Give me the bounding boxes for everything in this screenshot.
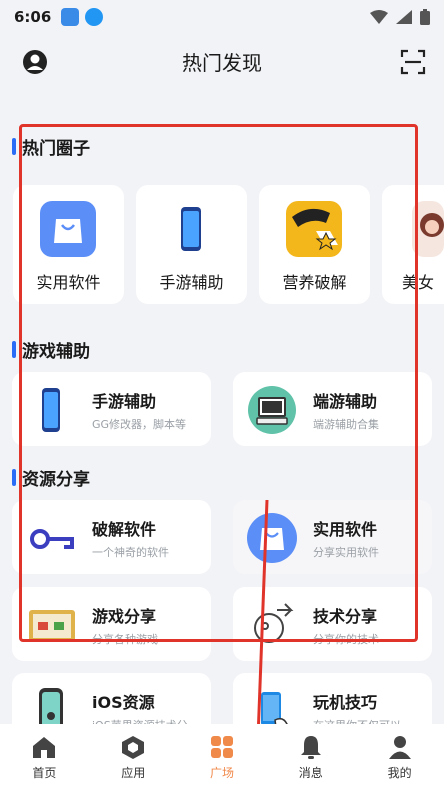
card-crack-software[interactable]: 破解软件 一个神奇的软件 bbox=[12, 500, 211, 574]
section-title-resource-share: 资源分享 bbox=[12, 465, 90, 490]
tab-square[interactable]: 广场 bbox=[178, 724, 267, 789]
grid-icon bbox=[210, 736, 233, 758]
tab-messages[interactable]: 消息 bbox=[266, 724, 355, 789]
tab-label: 消息 bbox=[298, 766, 323, 780]
scan-icon[interactable] bbox=[400, 49, 426, 75]
card-subtitle: GG修改器，脚本等 bbox=[92, 418, 187, 431]
card-subtitle: 端游辅助合集 bbox=[313, 418, 379, 431]
circle-card-beauty[interactable]: 美女 bbox=[382, 185, 444, 304]
card-subtitle: 分享各种游戏 bbox=[92, 633, 158, 646]
card-subtitle: 一个神奇的软件 bbox=[92, 546, 169, 559]
circle-card-label: 营养破解 bbox=[282, 273, 347, 292]
card-title: 破解软件 bbox=[92, 520, 157, 539]
page-title: 热门发现 bbox=[182, 50, 262, 75]
card-mobile-game-assist[interactable]: 手游辅助 GG修改器，脚本等 bbox=[12, 372, 211, 446]
circle-card-label: 实用软件 bbox=[36, 273, 101, 292]
section-marker bbox=[12, 341, 16, 358]
tab-label: 首页 bbox=[32, 766, 57, 780]
avatar-icon bbox=[412, 201, 444, 257]
bell-icon bbox=[300, 736, 321, 759]
tab-label: 应用 bbox=[121, 766, 146, 780]
card-game-share[interactable]: 游戏分享 分享各种游戏 bbox=[12, 587, 211, 661]
home-icon bbox=[33, 737, 56, 758]
section-title-text: 资源分享 bbox=[22, 470, 90, 490]
section-title-hot-circles: 热门圈子 bbox=[12, 134, 90, 159]
profile-icon[interactable] bbox=[22, 49, 48, 75]
tab-apps[interactable]: 应用 bbox=[89, 724, 178, 789]
circle-card-label: 手游辅助 bbox=[159, 273, 224, 292]
pc-icon bbox=[248, 386, 296, 434]
card-title: 游戏分享 bbox=[92, 607, 157, 626]
app-notification-icon bbox=[61, 8, 80, 26]
circle-card-crack[interactable]: 营养破解 bbox=[259, 185, 370, 304]
card-title: 技术分享 bbox=[313, 607, 378, 626]
tab-home[interactable]: 首页 bbox=[0, 724, 89, 789]
cube-icon bbox=[122, 736, 145, 759]
key-icon bbox=[30, 529, 74, 549]
card-title: iOS资源 bbox=[92, 693, 155, 712]
tab-label: 广场 bbox=[209, 766, 234, 780]
status-bar: 6:06 bbox=[0, 0, 444, 34]
section-title-game-assist: 游戏辅助 bbox=[12, 337, 90, 362]
top-app-bar: 热门发现 bbox=[0, 36, 444, 86]
bag-icon bbox=[247, 513, 297, 563]
crack-icon bbox=[286, 201, 342, 257]
phone-icon bbox=[163, 201, 219, 257]
phone-icon bbox=[42, 388, 60, 432]
game-icon bbox=[29, 610, 75, 642]
card-subtitle: 分享实用软件 bbox=[313, 546, 379, 559]
tech-icon bbox=[254, 603, 294, 643]
circle-card-label: 美女 bbox=[402, 273, 435, 292]
card-tech-share[interactable]: 技术分享 分享你的技术 bbox=[233, 587, 432, 661]
card-title: 端游辅助 bbox=[313, 392, 378, 411]
bottom-nav: 首页 应用 广场 消息 我的 bbox=[0, 724, 444, 789]
tab-label: 我的 bbox=[387, 766, 412, 780]
download-icon bbox=[85, 8, 104, 26]
card-title: 手游辅助 bbox=[92, 392, 157, 411]
section-title-text: 热门圈子 bbox=[22, 139, 90, 159]
section-title-text: 游戏辅助 bbox=[22, 342, 90, 362]
card-title: 玩机技巧 bbox=[313, 693, 378, 712]
section-marker bbox=[12, 138, 16, 155]
card-practical-software[interactable]: 实用软件 分享实用软件 bbox=[233, 500, 432, 574]
wifi-icon bbox=[370, 10, 388, 24]
card-pc-game-assist[interactable]: 端游辅助 端游辅助合集 bbox=[233, 372, 432, 446]
circle-card-practical-software[interactable]: 实用软件 bbox=[13, 185, 124, 304]
signal-icon bbox=[396, 10, 412, 24]
bag-icon bbox=[40, 201, 96, 257]
status-time: 6:06 bbox=[14, 8, 52, 26]
section-marker bbox=[12, 469, 16, 486]
card-title: 实用软件 bbox=[313, 520, 378, 539]
circle-card-mobile-game-assist[interactable]: 手游辅助 bbox=[136, 185, 247, 304]
tab-mine[interactable]: 我的 bbox=[355, 724, 444, 789]
card-subtitle: 分享你的技术 bbox=[313, 633, 379, 646]
battery-icon bbox=[420, 9, 430, 25]
person-icon bbox=[388, 736, 411, 759]
